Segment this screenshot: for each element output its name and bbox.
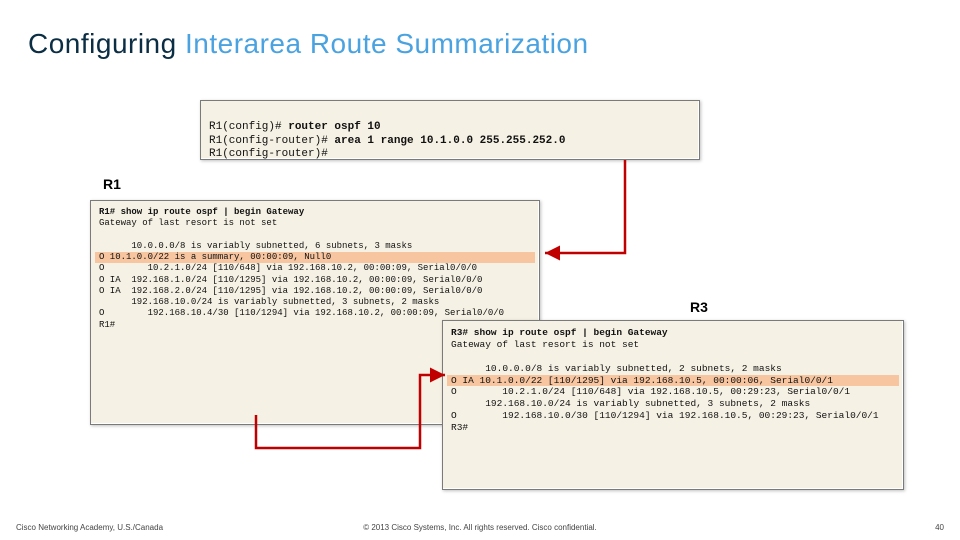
title-part1: Configuring: [28, 28, 177, 59]
r3-route-table-box: R3# show ip route ospf | begin Gateway G…: [442, 320, 904, 490]
r1-highlight: O 10.1.0.0/22 is a summary, 00:00:09, Nu…: [95, 252, 535, 263]
r3-highlight: O IA 10.1.0.0/22 [110/1295] via 192.168.…: [447, 375, 899, 387]
r1-label: R1: [103, 176, 121, 192]
r1-l8: O IA 192.168.1.0/24 [110/1295] via 192.1…: [99, 275, 531, 286]
slide: Configuring Interarea Route Summarizatio…: [0, 0, 960, 540]
r3-l13: R3#: [451, 422, 895, 434]
r3-l11: O 192.168.10.0/30 [110/1294] via 192.168…: [451, 410, 895, 422]
r1-l1: R1# show ip route ospf | begin Gateway: [99, 207, 531, 218]
r1-l12: 192.168.10.0/24 is variably subnetted, 3…: [99, 297, 531, 308]
r1-l14: O 192.168.10.4/30 [110/1294] via 192.168…: [99, 308, 531, 319]
r1-l4: 10.0.0.0/8 is variably subnetted, 6 subn…: [99, 241, 531, 252]
r1-l6: O 10.2.1.0/24 [110/648] via 192.168.10.2…: [99, 263, 531, 274]
r3-label: R3: [690, 299, 708, 315]
r3-l2: Gateway of last resort is not set: [451, 339, 895, 351]
r3-l9: 192.168.10.0/24 is variably subnetted, 3…: [451, 398, 895, 410]
slide-title: Configuring Interarea Route Summarizatio…: [28, 28, 589, 60]
title-part2: Interarea Route Summarization: [185, 28, 589, 59]
cfg-line2: R1(config-router)# area 1 range 10.1.0.0…: [209, 135, 565, 147]
r3-l1: R3# show ip route ospf | begin Gateway: [451, 327, 895, 339]
r3-l4: 10.0.0.0/8 is variably subnetted, 2 subn…: [451, 363, 895, 375]
r1-l2: Gateway of last resort is not set: [99, 218, 531, 229]
footer-right: 40: [935, 523, 944, 532]
footer-center: © 2013 Cisco Systems, Inc. All rights re…: [0, 523, 960, 532]
r3-blank1: [451, 351, 895, 363]
r1-l10: O IA 192.168.2.0/24 [110/1295] via 192.1…: [99, 286, 531, 297]
r1-blank1: [99, 230, 531, 241]
cfg-line1: R1(config)# router ospf 10: [209, 121, 381, 133]
r3-l7: O 10.2.1.0/24 [110/648] via 192.168.10.5…: [451, 386, 895, 398]
cfg-line3: R1(config-router)#: [209, 148, 328, 160]
config-terminal-box: R1(config)# router ospf 10 R1(config-rou…: [200, 100, 700, 160]
